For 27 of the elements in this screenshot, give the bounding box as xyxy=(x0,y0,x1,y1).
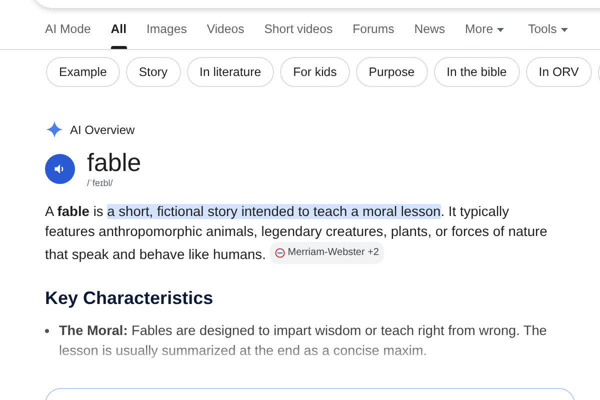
source-link[interactable]: Merriam-Webster +2 xyxy=(270,242,384,264)
tab[interactable]: News xyxy=(414,22,446,49)
suggestion-chip[interactable]: In ORV xyxy=(526,57,592,87)
tab[interactable]: Videos xyxy=(206,22,244,49)
sparkle-icon xyxy=(46,121,63,138)
tab[interactable]: All xyxy=(110,22,127,49)
speaker-button[interactable] xyxy=(45,154,75,184)
pronunciation: /ˈfeɪbl/ xyxy=(87,178,114,188)
tab[interactable]: Tools xyxy=(528,22,568,49)
suggestion-chip[interactable]: In literature xyxy=(186,57,274,87)
tab[interactable]: Images xyxy=(146,22,187,49)
tab[interactable]: AI Mode xyxy=(45,22,91,49)
bullet-text: The Moral: Fables are designed to impart wisdom or teach right from wrong. The lesson is usually summarized at the end as a concise maxim. xyxy=(59,322,548,360)
suggestion-chip[interactable]: Story xyxy=(126,57,181,87)
headword: fable xyxy=(87,148,142,178)
section-heading: Key Characteristics xyxy=(45,288,214,309)
tab[interactable]: More xyxy=(465,22,504,49)
suggestion-chip[interactable]: Example xyxy=(46,57,120,87)
definition-text: A fable is a short, fictional story intended to teach a moral lesson. It typically features anthropomorphic animals, legendary creatures, plants, or forces of nature that speak and behave like humans. Merriam-Webster +2 xyxy=(45,203,548,265)
source-logo-icon xyxy=(274,248,285,258)
ai-overview-label: AI Overview xyxy=(70,122,135,136)
tab[interactable]: Short videos xyxy=(264,22,333,49)
tab[interactable]: Forums xyxy=(352,22,394,49)
suggestion-chip[interactable]: Purpose xyxy=(356,57,428,87)
bullet-icon xyxy=(45,329,49,333)
suggestion-chip[interactable]: In the bible xyxy=(434,57,520,87)
suggestion-chip[interactable]: For kids xyxy=(280,57,350,87)
